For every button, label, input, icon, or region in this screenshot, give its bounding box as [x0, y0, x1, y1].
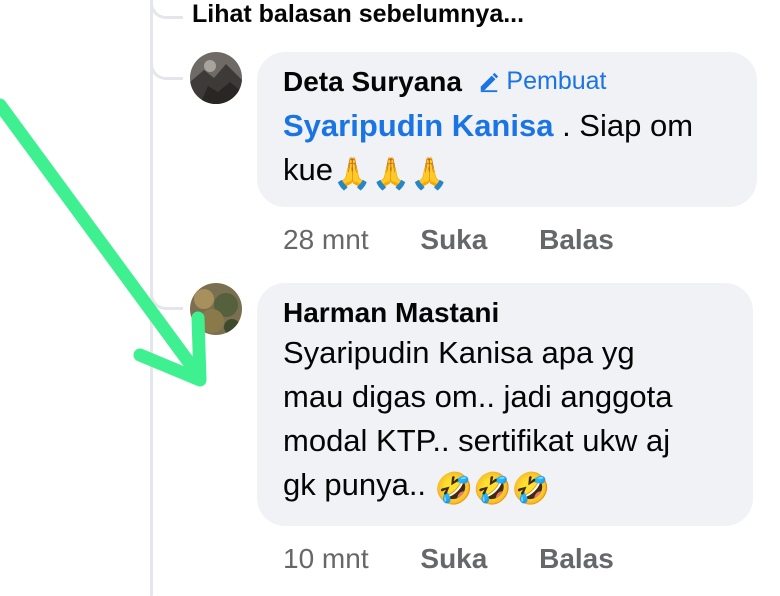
- comment-author[interactable]: Deta Suryana: [283, 66, 462, 98]
- comment-bubble: Harman Mastani Syaripudin Kanisa apa yg …: [257, 283, 753, 526]
- folded-hands-emoji: 🙏🙏🙏: [332, 156, 449, 191]
- comment-text-line: modal KTP.. sertifikat ukw aj: [283, 423, 671, 458]
- comment-text: Syaripudin Kanisa apa yg mau digas om.. …: [283, 331, 727, 511]
- comment-actions: 10 mnt Suka Balas: [283, 543, 614, 575]
- like-button[interactable]: Suka: [420, 224, 487, 256]
- comment-text-part: . Siap om: [553, 108, 694, 143]
- like-button[interactable]: Suka: [420, 543, 487, 575]
- comment-bubble: Deta Suryana Pembuat Syaripudin Kanisa .…: [257, 52, 757, 207]
- creator-badge-label: Pembuat: [506, 67, 607, 95]
- comment-text-part: kue: [283, 152, 333, 187]
- comment-text-line: mau digas om.. jadi anggota: [283, 379, 673, 414]
- thread-branch: [150, 53, 183, 80]
- comment-timestamp[interactable]: 28 mnt: [283, 224, 369, 256]
- comment-timestamp[interactable]: 10 mnt: [283, 543, 369, 575]
- comment-text: Syaripudin Kanisa . Siap om kue🙏🙏🙏: [283, 104, 731, 196]
- avatar[interactable]: [190, 52, 242, 104]
- creator-badge: Pembuat: [478, 67, 606, 96]
- mention-link[interactable]: Syaripudin Kanisa: [283, 108, 553, 143]
- laughing-emoji: 🤣🤣🤣: [434, 471, 551, 506]
- thread-branch: [150, 283, 183, 310]
- reply-button[interactable]: Balas: [539, 543, 614, 575]
- avatar[interactable]: [190, 283, 242, 335]
- thread-branch: [150, 0, 183, 19]
- comment-author[interactable]: Harman Mastani: [283, 297, 499, 329]
- comment-actions: 28 mnt Suka Balas: [283, 224, 614, 256]
- comment-text-line: Syaripudin Kanisa apa yg: [283, 335, 635, 370]
- view-previous-replies-link[interactable]: Lihat balasan sebelumnya...: [192, 0, 524, 29]
- reply-button[interactable]: Balas: [539, 224, 614, 256]
- comment-text-line: gk punya..: [283, 467, 435, 502]
- pencil-icon: [481, 72, 499, 92]
